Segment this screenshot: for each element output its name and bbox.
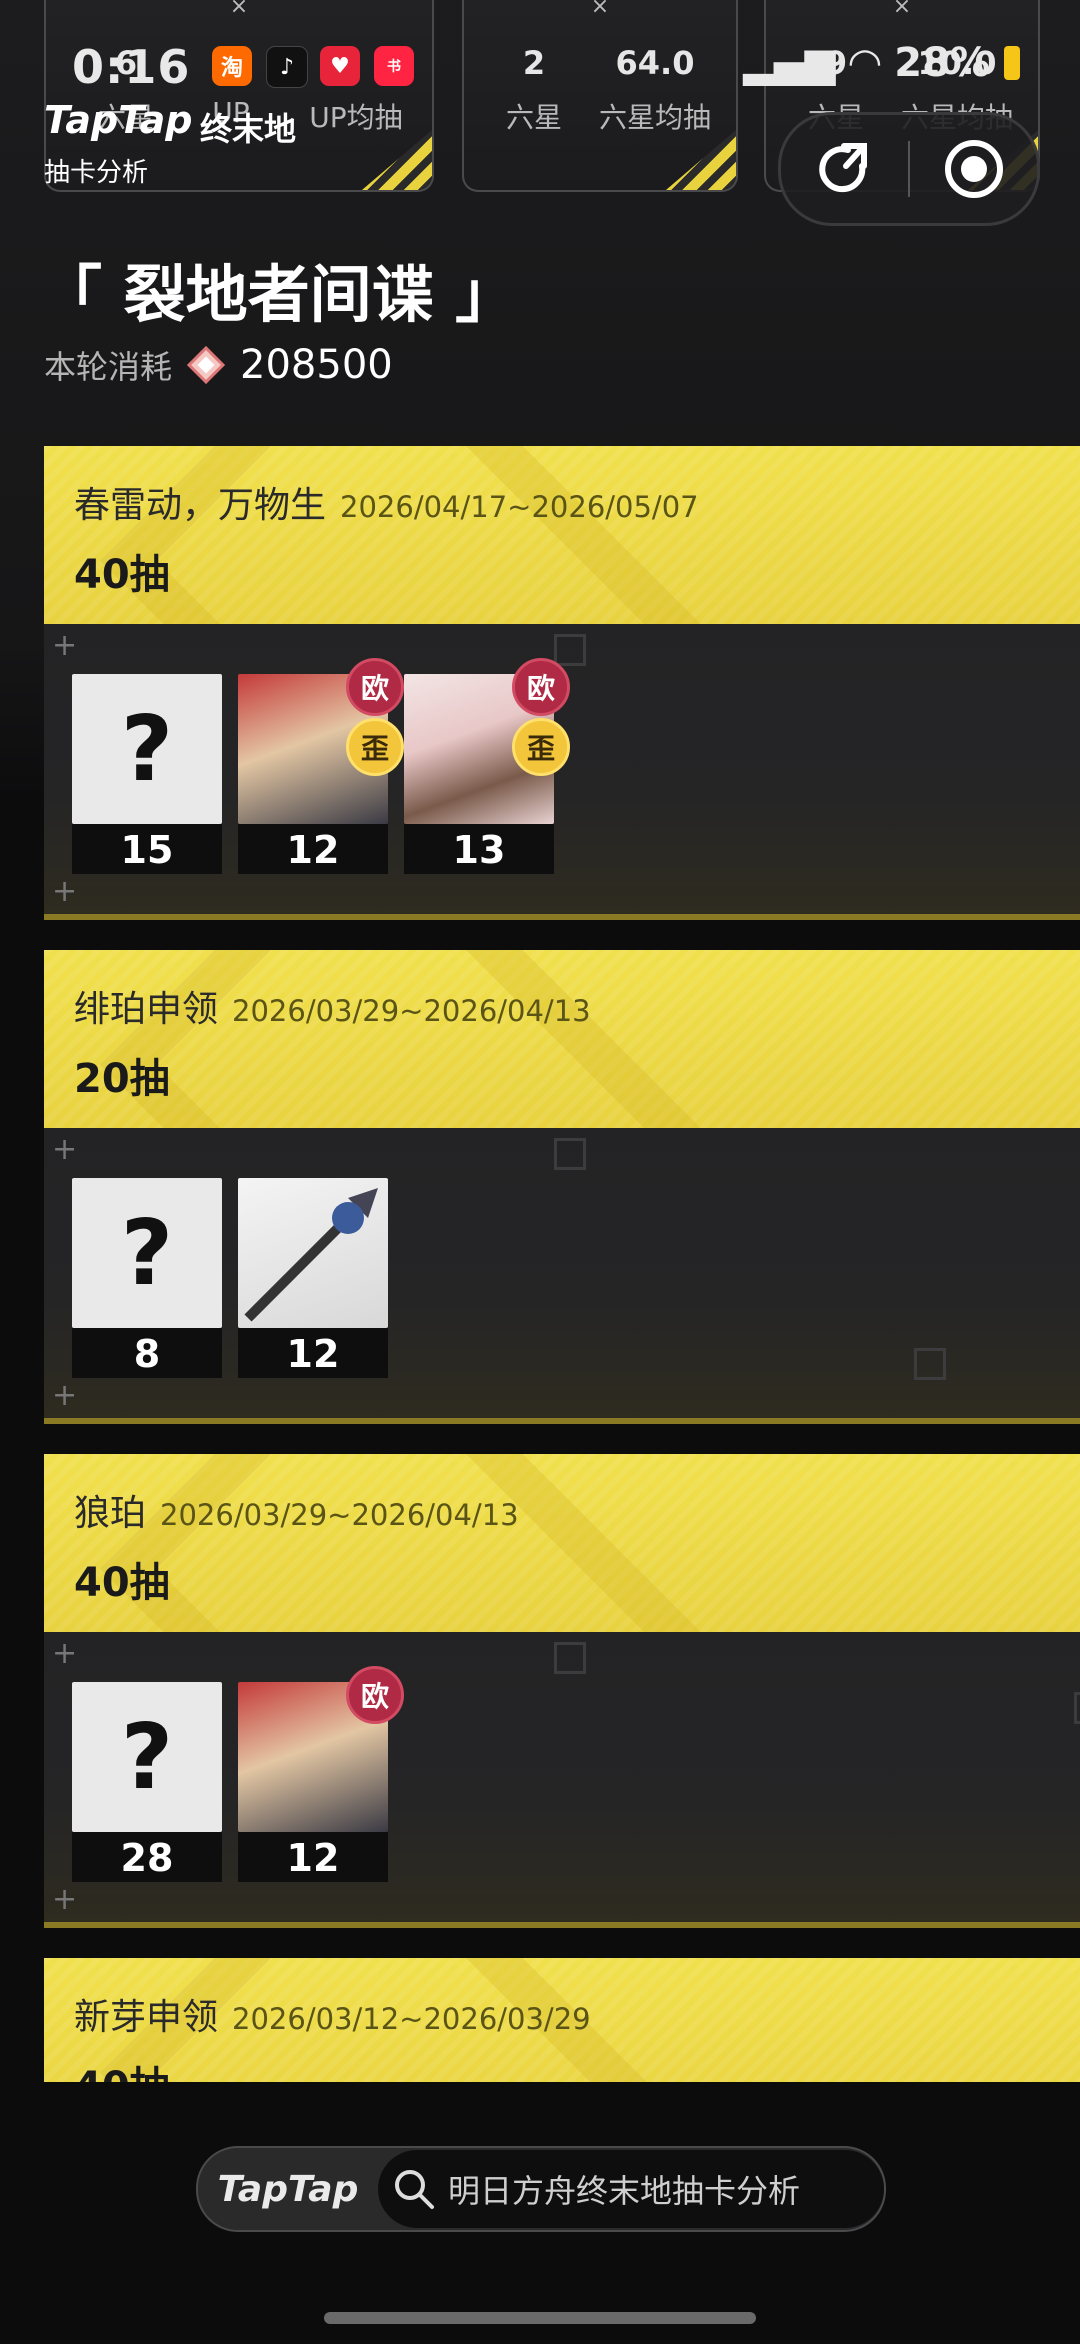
stat-label: 六星 (505, 101, 562, 134)
square-decoration (554, 1138, 586, 1170)
record-body: + + ? 15 12 欧 歪 13 欧 歪 (44, 624, 1080, 920)
record-card[interactable]: 新芽申领2026/03/12~2026/03/29 40抽 (44, 1958, 1080, 2082)
banner-title: 「 裂地者间谍 」 (40, 258, 518, 331)
search-bar[interactable]: TapTap 明日方舟终末地抽卡分析 (196, 2146, 886, 2232)
record-name: 春雷动，万物生 2026/04/17~2026/05/07 (74, 485, 699, 526)
pull-count: 13 (452, 828, 506, 872)
search-icon (395, 2170, 434, 2209)
pull-count: 12 (286, 828, 340, 872)
record-count: 40抽 (74, 2054, 170, 2082)
character-card[interactable]: 13 欧 歪 (404, 658, 570, 874)
pull-count: 8 (133, 1332, 161, 1376)
record-header: 绯珀申领 2026/03/29~2026/04/13 20抽 (44, 950, 1080, 1128)
character-card[interactable]: 12 欧 (238, 1666, 404, 1882)
record-date: 2026/04/17~2026/05/07 (340, 490, 699, 524)
cost-label: 本轮消耗 (44, 348, 173, 386)
plus-icon: + (52, 1378, 78, 1413)
badge-wai: 歪 (512, 718, 570, 776)
home-indicator[interactable] (324, 2312, 756, 2324)
character-card[interactable]: 12 (238, 1178, 388, 1378)
record-date: 2026/03/29~2026/04/13 (232, 994, 591, 1028)
plus-icon: + (52, 1882, 78, 1917)
character-card[interactable]: 12 欧 歪 (238, 658, 404, 874)
record-body: + + ? 8 12 (44, 1128, 1080, 1424)
battery-icon (1004, 46, 1020, 80)
record-count: 40抽 (74, 552, 170, 598)
share-icon (818, 143, 867, 193)
record-card[interactable]: 春雷动，万物生 2026/04/17~2026/05/07 40抽 + + ? 1… (44, 446, 1080, 920)
brand-subtitle: 抽卡分析 (44, 158, 149, 188)
plus-icon: + (52, 1636, 78, 1671)
record-button[interactable] (910, 115, 1037, 223)
square-decoration (914, 1348, 946, 1380)
pull-count: 28 (120, 1836, 174, 1880)
square-decoration (1074, 1692, 1080, 1724)
stat-label: UP均抽 (309, 101, 403, 134)
record-card[interactable]: 狼珀 2026/03/29~2026/04/13 40抽 + + ? 28 12 … (44, 1454, 1080, 1928)
close-icon[interactable]: × (230, 0, 248, 19)
plus-icon: + (52, 874, 78, 909)
record-card[interactable]: 绯珀申领 2026/03/29~2026/04/13 20抽 + + ? 8 12 (44, 950, 1080, 1424)
cost-value: 208500 (240, 342, 393, 388)
status-time: 0:16 (72, 40, 191, 94)
unknown-character: ? (72, 1178, 222, 1328)
plus-icon: + (52, 1132, 78, 1167)
plus-icon: + (52, 628, 78, 663)
badge-wai: 歪 (346, 718, 404, 776)
record-name: 新芽申领 2026/03/12~2026/03/29 (74, 1997, 591, 2038)
taptap-logo: TapTap (44, 98, 193, 142)
record-date: 2026/03/29~2026/04/13 (160, 1498, 519, 1532)
record-date: 2026/03/12~2026/03/29 (232, 2002, 591, 2036)
gem-icon (186, 345, 226, 385)
xiaohongshu-icon: 书 (374, 46, 414, 86)
stat-card-2[interactable]: × 2 六星 64.0 六星均抽 (462, 0, 738, 192)
wifi-icon: ◠ (849, 40, 881, 86)
close-icon[interactable]: × (893, 0, 911, 19)
taobao-icon: 淘 (212, 46, 252, 86)
record-header: 春雷动，万物生 2026/04/17~2026/05/07 40抽 (44, 446, 1080, 624)
pull-count: 15 (120, 828, 174, 872)
record-count: 40抽 (74, 1560, 170, 1606)
pull-count: 12 (286, 1332, 340, 1376)
record-icon (944, 140, 1003, 198)
badge-ou: 欧 (346, 658, 404, 716)
floating-controls (778, 112, 1040, 226)
unknown-character: ? (72, 1682, 222, 1832)
game-logo: 终末地 (200, 110, 297, 148)
close-icon[interactable]: × (591, 0, 609, 19)
search-text: 明日方舟终末地抽卡分析 (448, 2172, 801, 2210)
record-count: 20抽 (74, 1056, 170, 1102)
taptap-logo: TapTap (217, 2168, 359, 2210)
tiktok-icon: ♪ (266, 46, 308, 88)
stripe-decoration (666, 130, 736, 190)
character-card[interactable]: ? 15 (72, 674, 222, 874)
square-decoration (554, 634, 586, 666)
record-name: 绯珀申领 2026/03/29~2026/04/13 (74, 989, 591, 1030)
character-card[interactable]: ? 8 (72, 1178, 222, 1378)
heart-app-icon: ♥ (320, 46, 360, 86)
square-decoration (554, 1642, 586, 1674)
weapon-portrait (238, 1178, 388, 1328)
pull-count: 12 (286, 1836, 340, 1880)
unknown-character: ? (72, 674, 222, 824)
stat-value: 2 (522, 44, 546, 82)
signal-icon: ▂▄▆ (743, 40, 836, 86)
stat-value: 64.0 (615, 44, 695, 82)
sword-icon (244, 1188, 378, 1322)
stripe-decoration (362, 130, 432, 190)
share-button[interactable] (781, 115, 908, 223)
badge-ou: 欧 (512, 658, 570, 716)
stat-label: 六星均抽 (598, 101, 711, 134)
status-indicators: ▂▄▆ ◠ 28% (743, 40, 1020, 86)
cost-row: 本轮消耗 208500 (44, 342, 393, 388)
battery-percent: 28% (894, 40, 990, 86)
record-header: 新芽申领2026/03/12~2026/03/29 40抽 (44, 1958, 1080, 2082)
search-input[interactable]: 明日方舟终末地抽卡分析 (378, 2150, 884, 2228)
record-header: 狼珀 2026/03/29~2026/04/13 40抽 (44, 1454, 1080, 1632)
badge-ou: 欧 (346, 1666, 404, 1724)
record-body: + + ? 28 12 欧 (44, 1632, 1080, 1928)
character-card[interactable]: ? 28 (72, 1682, 222, 1882)
record-name: 狼珀 2026/03/29~2026/04/13 (74, 1493, 519, 1534)
